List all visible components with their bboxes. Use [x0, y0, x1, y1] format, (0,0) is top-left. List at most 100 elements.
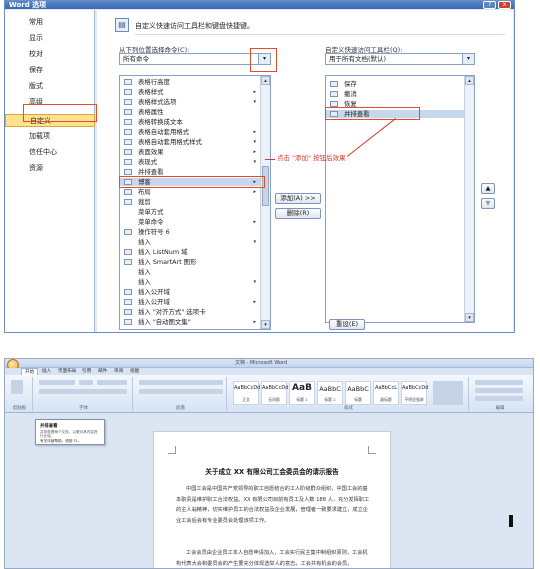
help-button[interactable]: ?	[483, 1, 496, 9]
list-item[interactable]: 插入 ▾	[120, 278, 262, 286]
tab-home[interactable]: 开始	[21, 368, 39, 375]
list-item[interactable]: 操作符号 6	[120, 228, 262, 236]
align-buttons[interactable]	[139, 389, 223, 394]
chevron-down-icon[interactable]: ▾	[462, 54, 474, 64]
undo-icon	[330, 91, 338, 97]
selected-command-highlight	[119, 176, 265, 188]
list-item[interactable]: 表格自动套用格式样式 ▾	[120, 138, 262, 146]
select-button[interactable]	[475, 396, 523, 401]
tab-insert[interactable]: 插入	[39, 368, 54, 375]
list-item[interactable]: 裁剪	[120, 198, 262, 206]
annotation-text: 点击 "添加" 按钮后效果	[277, 154, 346, 162]
paste-icon[interactable]	[11, 380, 23, 394]
annotation-leader	[265, 159, 275, 160]
scroll-up-icon[interactable]: ▴	[465, 76, 474, 85]
style-normal[interactable]: AaBbCcDd 正文	[233, 381, 260, 405]
list-item[interactable]: 插入	[120, 268, 262, 276]
command-icon	[124, 289, 132, 295]
command-icon	[124, 149, 132, 155]
font-size-combo[interactable]	[79, 380, 93, 385]
list-item[interactable]: 布局 ▸	[120, 188, 262, 196]
command-list-scrollbar[interactable]: ▴ ▾	[260, 76, 270, 329]
list-item[interactable]: 表格样式 ▸	[120, 88, 262, 96]
nav-item-save[interactable]: 保存	[5, 64, 95, 77]
scroll-down-icon[interactable]: ▾	[465, 313, 474, 322]
crop-mark	[168, 446, 176, 454]
tab-page-layout[interactable]: 页面布局	[55, 368, 79, 375]
tab-view[interactable]: 视图	[127, 368, 142, 375]
editing-group: 编辑	[471, 377, 529, 411]
font-name-combo[interactable]	[39, 380, 75, 385]
move-up-button[interactable]: ▲	[481, 183, 495, 194]
list-item[interactable]: 并排查看	[120, 168, 262, 176]
list-item[interactable]: 表格行高度	[120, 78, 262, 86]
edge-marker	[509, 515, 513, 527]
command-icon	[124, 79, 132, 85]
tooltip-popup: 并排查看 并排查看两个文档，以便对其内容进行比较。 有关详细帮助，请按 F1。	[35, 419, 105, 445]
nav-item-resources[interactable]: 资源	[5, 162, 95, 175]
list-item[interactable]: 菜单方式	[120, 208, 262, 216]
command-icon	[124, 139, 132, 145]
ribbon: 剪贴板 字体 段落 AaBbCcDd 正文 AaBbCcDd 无间隔 AaB 标题 1…	[5, 375, 533, 413]
list-item[interactable]: 菜单命令 ▸	[120, 218, 262, 226]
command-icon	[124, 229, 132, 235]
list-item[interactable]: 插入公开域 ▸	[120, 298, 262, 306]
nav-item-layout[interactable]: 版式	[5, 80, 95, 93]
quick-access-scrollbar[interactable]: ▴ ▾	[464, 76, 474, 322]
close-button[interactable]: x	[498, 1, 511, 9]
style-heading-2[interactable]: AaBbC 标题 2	[317, 381, 343, 405]
list-item[interactable]: 插入 SmartArt 图形	[120, 258, 262, 266]
list-item[interactable]: 表现式 ▾	[120, 158, 262, 166]
list-item[interactable]: 表面效果 ▸	[120, 148, 262, 156]
nav-item-trust-center[interactable]: 信任中心	[5, 146, 95, 159]
tab-review[interactable]: 审阅	[111, 368, 126, 375]
nav-item-proofing[interactable]: 校对	[5, 48, 95, 61]
choose-from-combo[interactable]: 所有命令 ▾	[119, 53, 271, 65]
customize-toolbar-combo[interactable]: 用于所有文档(默认) ▾	[325, 53, 475, 65]
word-options-dialog: Word 选项 ? x 常用 显示 校对 保存 版式 高级 自定义 加载项 信任…	[4, 0, 515, 333]
command-icon	[124, 319, 132, 325]
reset-button[interactable]: 重设(E)	[329, 319, 365, 330]
font-size-buttons[interactable]	[97, 380, 127, 385]
format-buttons[interactable]	[39, 389, 127, 394]
list-item[interactable]: 保存	[326, 80, 466, 88]
change-styles-button[interactable]	[433, 381, 463, 405]
style-heading-1[interactable]: AaB 标题 1	[289, 381, 315, 405]
command-icon	[124, 169, 132, 175]
style-title[interactable]: AaBbC 标题	[345, 381, 371, 405]
list-item[interactable]: 表格样式选项 ▾	[120, 98, 262, 106]
document-page[interactable]: 关于成立 XX 有限公司工会委员会的请示报告 中国工会是中国共产党领导的职工自愿…	[153, 431, 391, 568]
remove-button[interactable]: 删除(R)	[275, 208, 321, 219]
list-item[interactable]: 插入 "对齐方式" 选项卡	[120, 308, 262, 316]
crop-mark	[368, 446, 376, 454]
dialog-title: Word 选项	[9, 1, 47, 9]
replace-button[interactable]	[475, 388, 523, 393]
list-item[interactable]: 插入 ▾	[120, 238, 262, 246]
screenshot-root: Word 选项 ? x 常用 显示 校对 保存 版式 高级 自定义 加载项 信任…	[0, 0, 540, 569]
nav-item-popular[interactable]: 常用	[5, 16, 95, 29]
style-subtitle[interactable]: AaBbCcL 副标题	[373, 381, 399, 405]
command-icon	[124, 249, 132, 255]
list-item[interactable]: 表格属性	[120, 108, 262, 116]
tab-mailings[interactable]: 邮件	[95, 368, 110, 375]
list-item[interactable]: 表格转换成文本	[120, 118, 262, 126]
command-icon	[124, 99, 132, 105]
list-item[interactable]: 撤消	[326, 90, 466, 98]
list-item[interactable]: 插入 "自动图文集" ▸	[120, 318, 262, 326]
style-subtle-emphasis[interactable]: AaBbCcDd 不明显强调	[401, 381, 428, 405]
scroll-down-icon[interactable]: ▾	[261, 320, 270, 329]
list-item[interactable]: 插入公开域	[120, 288, 262, 296]
tab-references[interactable]: 引用	[79, 368, 94, 375]
find-button[interactable]	[475, 380, 523, 385]
list-item[interactable]: 表格自动套用格式 ▸	[120, 128, 262, 136]
nav-item-addins[interactable]: 加载项	[5, 130, 95, 143]
list-buttons[interactable]	[139, 380, 223, 385]
add-button[interactable]: 添加(A) >>	[275, 193, 321, 204]
nav-item-display[interactable]: 显示	[5, 32, 95, 45]
scroll-up-icon[interactable]: ▴	[261, 76, 270, 85]
command-list[interactable]: 表格行高度 表格样式 ▸ 表格样式选项 ▾ 表格属性 表格转换成文本 表格自动套用格…	[119, 75, 271, 330]
list-item[interactable]: 插入 ListNum 域	[120, 248, 262, 256]
customize-panel: ▤ 自定义快速访问工具栏和键盘快捷键。 从下列位置选择命令(C): 所有命令 ▾…	[97, 10, 513, 332]
style-no-spacing[interactable]: AaBbCcDd 无间隔	[261, 381, 288, 405]
move-down-button[interactable]: ▼	[481, 198, 495, 209]
